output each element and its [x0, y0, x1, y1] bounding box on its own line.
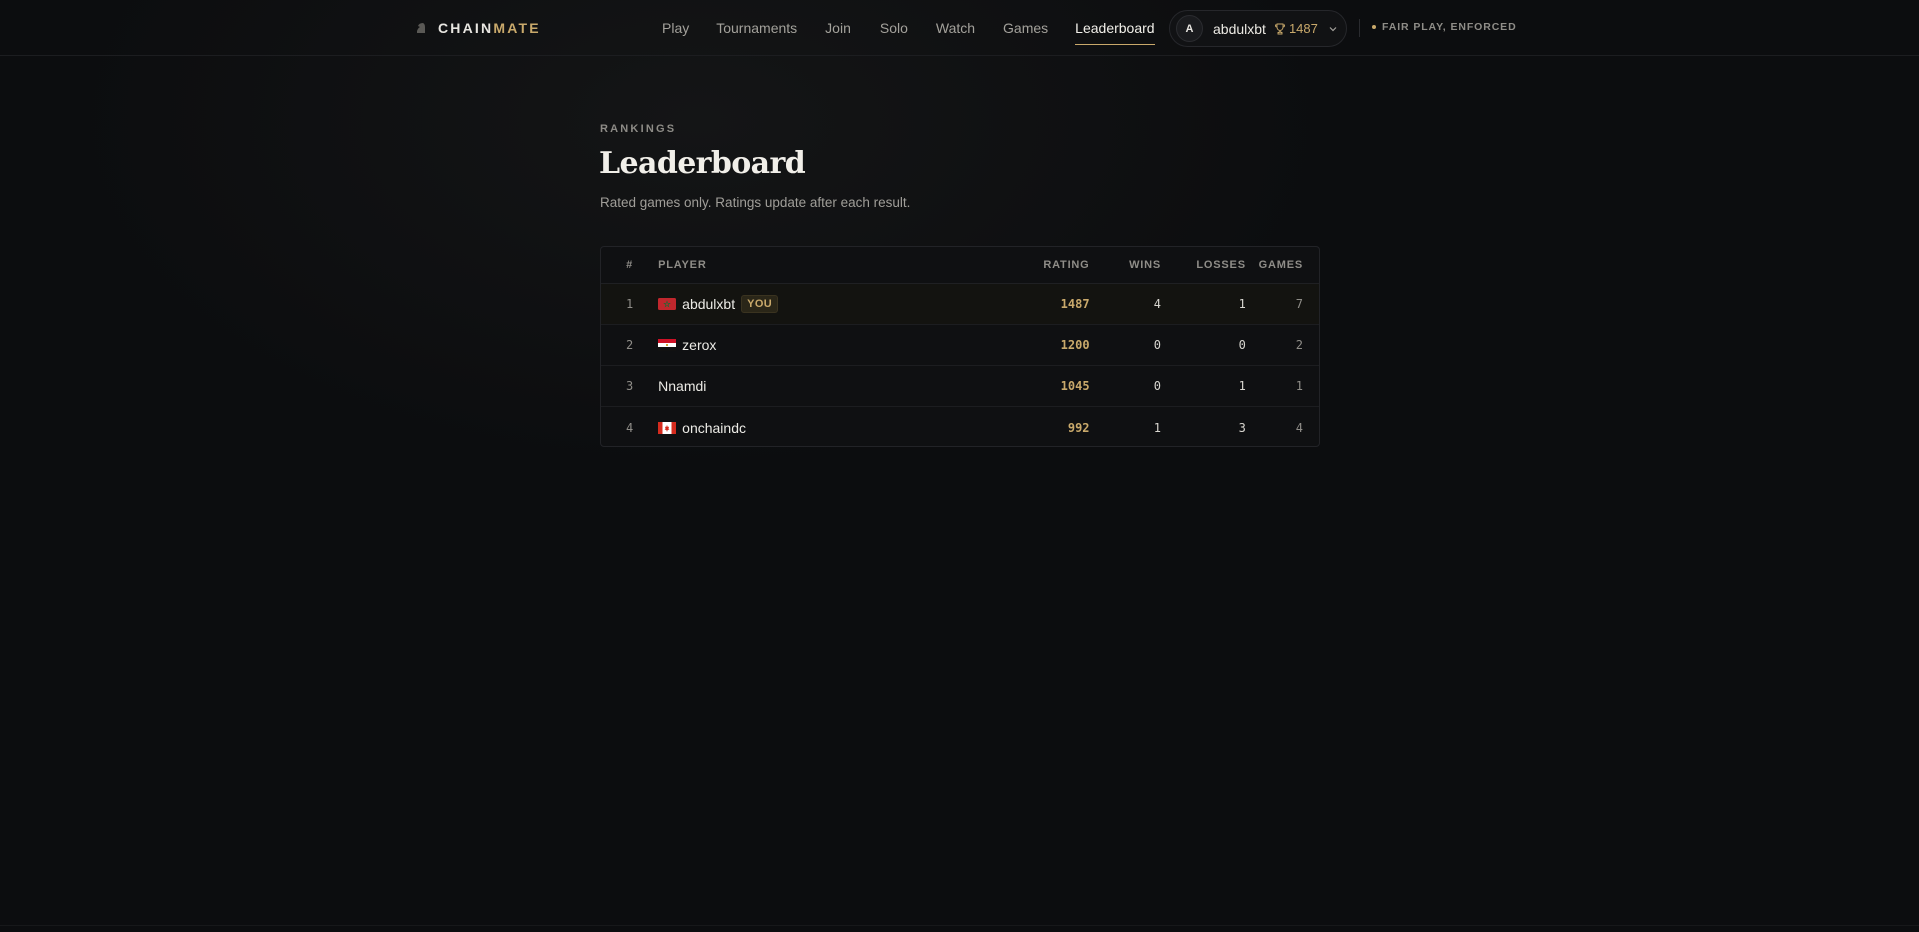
header-losses: LOSSES: [1196, 259, 1246, 271]
row-losses: 3: [1238, 420, 1246, 435]
row-losses: 1: [1238, 379, 1246, 393]
player-name[interactable]: Nnamdi: [658, 378, 706, 394]
nav-item-watch[interactable]: Watch: [936, 0, 975, 56]
canada-flag-icon: [658, 421, 677, 434]
row-rank: 4: [625, 420, 634, 435]
header-divider: [1359, 19, 1360, 37]
row-wins: 0: [1153, 379, 1161, 393]
row-player: zerox: [658, 337, 980, 353]
avatar: A: [1176, 15, 1203, 42]
header-wins: WINS: [1129, 259, 1161, 271]
row-games: 4: [1295, 420, 1303, 435]
nav-item-leaderboard[interactable]: Leaderboard: [1075, 0, 1155, 56]
player-name[interactable]: abdulxbt: [682, 296, 735, 312]
player-name[interactable]: onchaindc: [682, 420, 746, 436]
row-player: onchaindc: [658, 420, 980, 436]
row-games: 7: [1295, 297, 1303, 311]
header-rating: RATING: [1043, 259, 1090, 271]
footer-divider: [0, 925, 1919, 926]
nav-item-solo[interactable]: Solo: [880, 0, 908, 56]
top-navigation-bar: CHAINMATE Play Tournaments Join Solo Wat…: [0, 0, 1919, 56]
brand-logo[interactable]: CHAINMATE: [414, 19, 541, 37]
table-row[interactable]: 3 Nnamdi 1045 0 1 1: [601, 366, 1319, 407]
row-rank: 3: [625, 379, 634, 393]
user-name: abdulxbt: [1213, 20, 1266, 37]
nav-item-games[interactable]: Games: [1003, 0, 1048, 56]
row-games: 2: [1295, 338, 1303, 352]
user-rating: 1487: [1288, 21, 1318, 36]
table-row[interactable]: 4 onchaindc 992 1 3 4: [601, 407, 1319, 446]
row-losses: 0: [1238, 338, 1246, 352]
main-nav: Play Tournaments Join Solo Watch Games L…: [662, 0, 1155, 56]
table-header: # PLAYER RATING WINS LOSSES GAMES: [601, 247, 1319, 284]
status-dot-icon: [1372, 25, 1376, 29]
row-player: abdulxbt YOU: [658, 295, 980, 313]
row-player: Nnamdi: [658, 378, 980, 394]
header-player: PLAYER: [658, 259, 707, 271]
row-wins: 4: [1153, 297, 1161, 311]
header-rank: #: [626, 259, 634, 271]
section-eyebrow: RANKINGS: [600, 123, 677, 135]
egypt-flag-icon: [658, 339, 677, 351]
page-title: Leaderboard: [599, 146, 806, 181]
morocco-flag-icon: [658, 298, 677, 310]
brand-name: CHAINMATE: [438, 20, 541, 36]
page-subtitle: Rated games only. Ratings update after e…: [600, 195, 911, 210]
table-row[interactable]: 1 abdulxbt YOU 1487 4 1 7: [601, 284, 1319, 325]
user-menu-button[interactable]: A abdulxbt 1487: [1169, 10, 1347, 47]
nav-item-play[interactable]: Play: [662, 0, 689, 56]
row-rating: 1487: [1060, 297, 1090, 311]
chevron-down-icon: [1329, 26, 1337, 31]
row-wins: 0: [1153, 338, 1161, 352]
brand-name-part2: MATE: [493, 20, 541, 36]
row-rating: 992: [1067, 420, 1090, 435]
row-games: 1: [1295, 379, 1303, 393]
fair-play-label: FAIR PLAY, ENFORCED: [1382, 21, 1517, 33]
trophy-icon: [1274, 23, 1285, 34]
you-badge: YOU: [741, 295, 779, 313]
header-games: GAMES: [1258, 259, 1303, 271]
leaderboard-table: # PLAYER RATING WINS LOSSES GAMES 1 abdu…: [600, 246, 1320, 447]
nav-item-tournaments[interactable]: Tournaments: [716, 0, 797, 56]
row-losses: 1: [1238, 297, 1246, 311]
player-name[interactable]: zerox: [682, 337, 716, 353]
nav-item-join[interactable]: Join: [825, 0, 851, 56]
fair-play-indicator: FAIR PLAY, ENFORCED: [1372, 21, 1517, 33]
row-rank: 2: [625, 338, 634, 352]
row-rank: 1: [625, 297, 634, 311]
row-wins: 1: [1153, 420, 1161, 435]
chess-knight-icon: [417, 23, 425, 33]
brand-name-part1: CHAIN: [438, 20, 494, 36]
row-rating: 1200: [1060, 338, 1090, 352]
row-rating: 1045: [1060, 379, 1090, 393]
table-row[interactable]: 2 zerox 1200 0 0 2: [601, 325, 1319, 366]
